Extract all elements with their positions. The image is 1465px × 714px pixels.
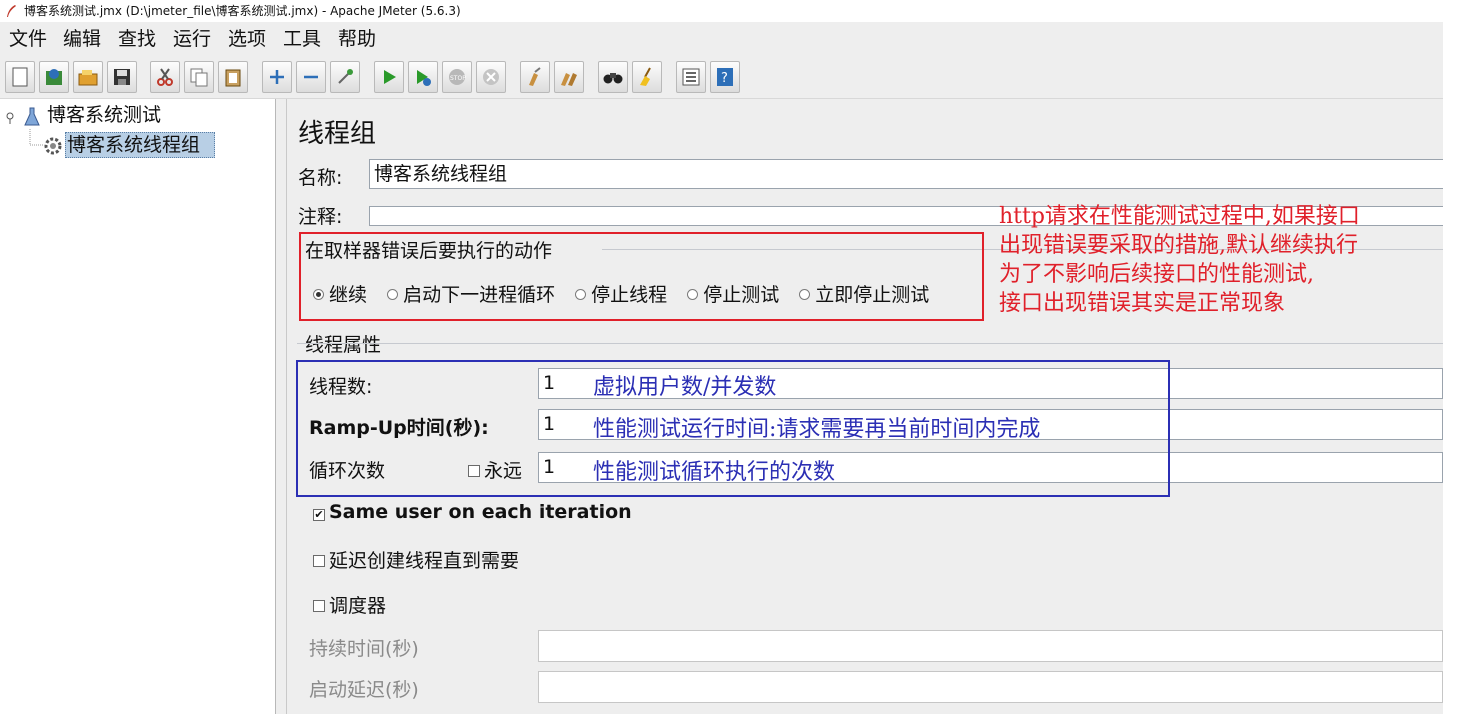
window-titlebar: 博客系统测试.jmx (D:\jmeter_file\博客系统测试.jmx) -… (0, 0, 1443, 22)
cut-button[interactable] (150, 61, 180, 93)
new-icon (12, 67, 28, 87)
broom-icon (640, 67, 651, 86)
delay-create-label: 延迟创建线程直到需要 (329, 550, 520, 572)
checkbox-box (313, 555, 325, 567)
paste-icon (225, 69, 241, 87)
reset-search-button[interactable] (632, 61, 662, 93)
templates-button[interactable] (39, 61, 69, 93)
collapse-icon (304, 75, 318, 79)
open-button[interactable] (73, 61, 103, 93)
menu-options[interactable]: 选项 (228, 22, 266, 56)
scheduler-checkbox[interactable]: 调度器 (313, 591, 386, 618)
paste-button[interactable] (218, 61, 248, 93)
stop-button[interactable]: STOP (442, 61, 472, 93)
new-button[interactable] (5, 61, 35, 93)
start-icon (384, 70, 396, 84)
start-no-pause-button[interactable] (408, 61, 438, 93)
save-icon (114, 69, 130, 85)
test-plan-icon (24, 107, 40, 126)
expand-icon (270, 70, 284, 84)
templates-icon (46, 69, 62, 85)
toggle-button[interactable] (330, 61, 360, 93)
blue-annotation-loop: 性能测试循环执行的次数 (593, 460, 836, 485)
help-icon: ? (717, 68, 733, 86)
same-user-label: Same user on each iteration (329, 501, 632, 523)
tree-root-label[interactable]: 博客系统测试 (47, 103, 161, 127)
clear-icon (529, 67, 541, 86)
menu-edit[interactable]: 编辑 (63, 22, 101, 56)
red-highlight-box (299, 232, 984, 321)
shutdown-icon (483, 69, 499, 85)
blue-annotation-rampup: 性能测试运行时间:请求需要再当前时间内完成 (593, 417, 1041, 442)
menu-run[interactable]: 运行 (173, 22, 211, 56)
red-annotation: http请求在性能测试过程中,如果接口 出现错误要采取的措施,默认继续执行 为了… (999, 202, 1360, 318)
menu-bar: 文件 编辑 查找 运行 选项 工具 帮助 (0, 22, 1443, 58)
scheduler-label: 调度器 (329, 595, 387, 617)
name-label: 名称: (298, 167, 343, 189)
menu-file[interactable]: 文件 (9, 22, 47, 56)
window-title: 博客系统测试.jmx (D:\jmeter_file\博客系统测试.jmx) -… (24, 4, 461, 18)
clear-all-button[interactable] (554, 61, 584, 93)
svg-text:STOP: STOP (450, 75, 466, 82)
startup-delay-field[interactable] (538, 671, 1443, 703)
save-button[interactable] (107, 61, 137, 93)
startup-delay-label: 启动延迟(秒) (309, 679, 419, 701)
stop-icon: STOP (449, 69, 466, 85)
page-title: 线程组 (298, 119, 377, 149)
collapse-button[interactable] (296, 61, 326, 93)
expand-button[interactable] (262, 61, 292, 93)
comment-label: 注释: (298, 206, 343, 228)
jmeter-feather-icon (7, 5, 16, 17)
red-annotation-line: 出现错误要采取的措施,默认继续执行 (999, 233, 1358, 258)
clear-all-icon (561, 73, 577, 86)
blue-annotation-threads: 虚拟用户数/并发数 (593, 375, 777, 400)
start-button[interactable] (374, 61, 404, 93)
list-icon (682, 68, 700, 86)
toggle-icon (338, 69, 353, 84)
search-button[interactable] (598, 61, 628, 93)
checkbox-box (313, 600, 325, 612)
menu-tools[interactable]: 工具 (283, 22, 321, 56)
test-plan-tree: 博客系统测试 博客系统线程组 (0, 99, 276, 714)
toolbar: STOP ? (0, 58, 1443, 99)
red-annotation-line: http请求在性能测试过程中,如果接口 (999, 204, 1360, 229)
thread-group-panel: 线程组 名称: 博客系统线程组 注释: 在取样器错误后要执行的动作 继续 启动下… (287, 99, 1449, 714)
right-edge (1443, 0, 1465, 714)
name-field[interactable]: 博客系统线程组 (369, 159, 1449, 189)
menu-search[interactable]: 查找 (118, 22, 156, 56)
function-helper-button[interactable] (676, 61, 706, 93)
shutdown-button[interactable] (476, 61, 506, 93)
menu-help[interactable]: 帮助 (338, 22, 376, 56)
red-annotation-line: 为了不影响后续接口的性能测试, (999, 262, 1314, 287)
duration-label: 持续时间(秒) (309, 638, 419, 660)
checkbox-box: ✔ (313, 508, 325, 521)
tree-child-label[interactable]: 博客系统线程组 (67, 133, 200, 157)
thread-props-border (297, 343, 1443, 344)
start-no-pause-icon (417, 70, 431, 86)
cut-icon (157, 68, 173, 86)
same-user-checkbox[interactable]: ✔ Same user on each iteration (313, 501, 632, 523)
copy-icon (190, 68, 208, 87)
gear-icon (44, 137, 62, 155)
help-button[interactable]: ? (710, 61, 740, 93)
copy-button[interactable] (184, 61, 214, 93)
tree-expander-icon[interactable] (6, 112, 18, 124)
svg-text:?: ? (721, 71, 728, 86)
duration-field[interactable] (538, 630, 1443, 662)
clear-button[interactable] (520, 61, 550, 93)
red-annotation-line: 接口出现错误其实是正常现象 (999, 291, 1286, 316)
open-icon (78, 70, 98, 86)
binoculars-icon (603, 73, 623, 84)
delay-create-checkbox[interactable]: 延迟创建线程直到需要 (313, 546, 519, 573)
split-pane-divider[interactable] (276, 99, 287, 714)
